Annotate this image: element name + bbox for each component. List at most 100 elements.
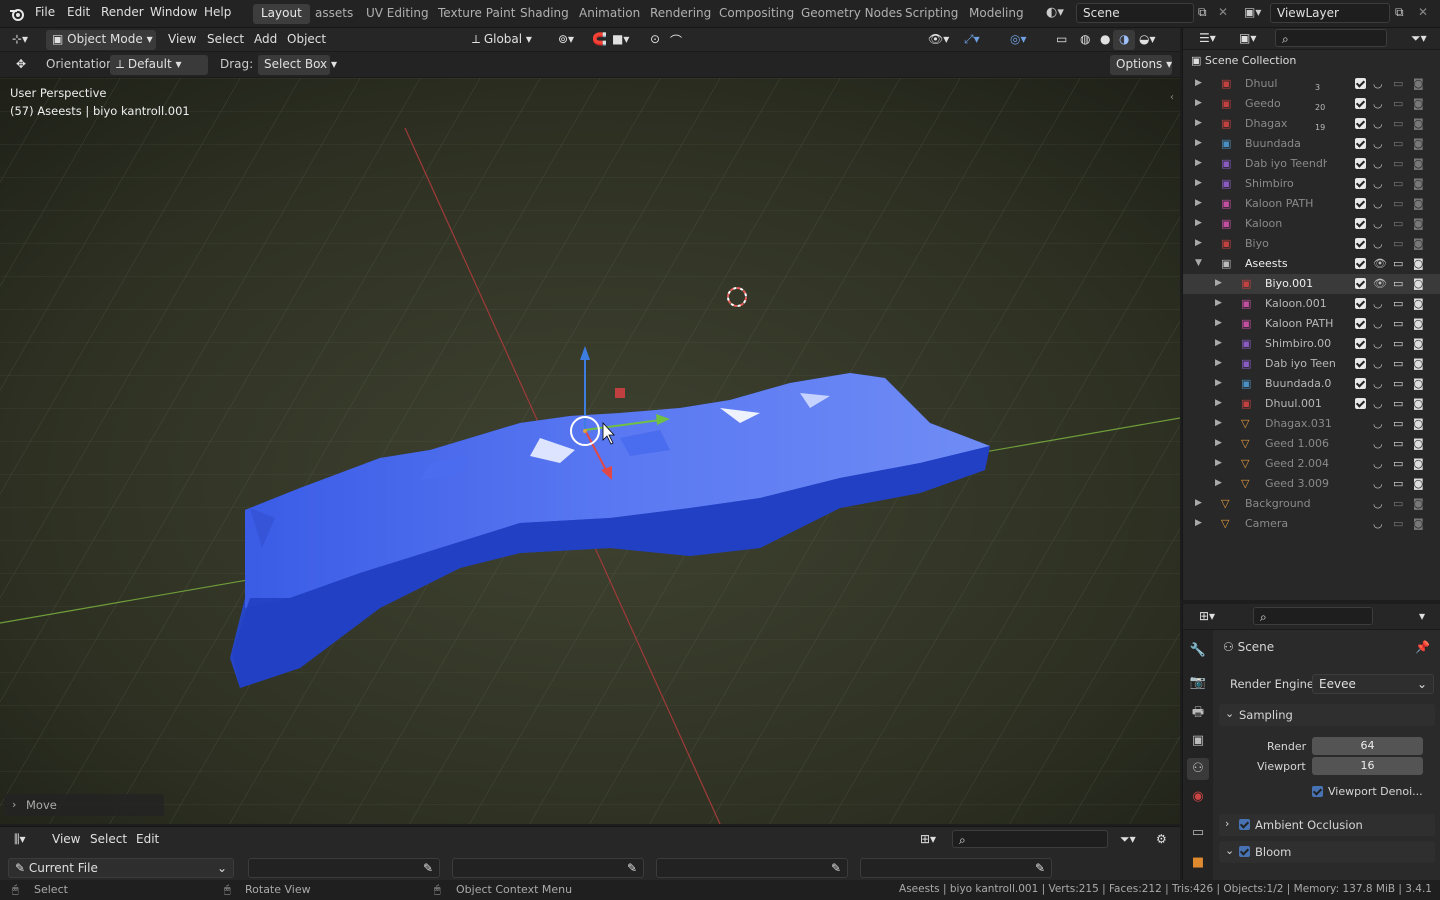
monitor-icon[interactable]: ▭ <box>1393 277 1403 290</box>
tab-scripting[interactable]: Scripting <box>897 4 966 24</box>
monitor-icon[interactable]: ▭ <box>1393 457 1403 470</box>
chevron-right-icon[interactable]: ▶ <box>1215 318 1222 328</box>
camera-render-icon[interactable]: ◙ <box>1413 297 1424 310</box>
outliner-row[interactable]: ▶ ▣ Kaloon.001 ◡ ▭ ◙ <box>1183 294 1440 314</box>
monitor-icon[interactable]: ▭ <box>1393 517 1403 530</box>
outliner-row[interactable]: ▶ ▣ Biyo ◡ ▭ ◙ <box>1183 234 1440 254</box>
view-layer-tab-icon[interactable]: ▣ <box>1187 730 1209 752</box>
monitor-icon[interactable]: ▭ <box>1393 317 1403 330</box>
chevron-right-icon[interactable]: ▶ <box>1195 138 1202 148</box>
sidebar-toggle-icon[interactable]: ‹ <box>1170 92 1174 103</box>
camera-render-icon[interactable]: ◙ <box>1413 497 1424 510</box>
tab-texture-paint[interactable]: Texture Paint <box>430 4 523 24</box>
asset-slot-4[interactable]: ✎ <box>860 858 1052 878</box>
monitor-icon[interactable]: ▭ <box>1393 197 1403 210</box>
camera-render-icon[interactable]: ◙ <box>1413 277 1424 290</box>
view-layer-field[interactable]: ViewLayer <box>1270 3 1390 23</box>
collection-tab-icon[interactable]: ▭ <box>1187 822 1209 844</box>
monitor-icon[interactable]: ▭ <box>1393 97 1403 110</box>
chevron-right-icon[interactable]: ▶ <box>1215 298 1222 308</box>
drag-select[interactable]: Select Box ▾ <box>258 55 337 75</box>
menu-render[interactable]: Render <box>101 5 144 19</box>
camera-render-icon[interactable]: ◙ <box>1413 437 1424 450</box>
eye-icon[interactable]: 👁 <box>1373 257 1387 270</box>
eye-closed-icon[interactable]: ◡ <box>1373 377 1383 390</box>
tab-geometry-nodes[interactable]: Geometry Nodes <box>793 4 910 24</box>
visibility-icon[interactable]: 👁▾ <box>922 30 955 50</box>
bloom-panel-header[interactable]: ⌄ Bloom <box>1219 841 1435 863</box>
chevron-right-icon[interactable]: ▶ <box>1195 178 1202 188</box>
asset-slot-2[interactable]: ✎ <box>452 858 644 878</box>
exclude-checkbox[interactable] <box>1355 198 1366 209</box>
exclude-checkbox[interactable] <box>1355 98 1366 109</box>
view-layer-icon[interactable]: ▣▾ <box>1244 5 1261 19</box>
outliner-row[interactable]: ▶ ▣ Kaloon PATH ◡ ▭ ◙ <box>1183 314 1440 334</box>
outliner-search-input[interactable]: ⌕ <box>1275 29 1387 47</box>
eye-closed-icon[interactable]: ◡ <box>1373 497 1383 510</box>
outliner-row[interactable]: ▶ ▣ Biyo.001 👁 ▭ ◙ <box>1183 274 1440 294</box>
outliner-row[interactable]: ▶ ▣ Dhuul 3 ◡ ▭ ◙ <box>1183 74 1440 94</box>
eye-closed-icon[interactable]: ◡ <box>1373 297 1383 310</box>
settings-gear-icon[interactable]: ⚙ <box>1150 830 1173 850</box>
bottom-menu-edit[interactable]: Edit <box>130 830 165 850</box>
asset-filter-icon[interactable]: ⏷▾ <box>1114 830 1142 850</box>
tool-tab-icon[interactable]: 🔧 <box>1187 640 1209 662</box>
chevron-right-icon[interactable]: ▶ <box>1215 278 1222 288</box>
eye-closed-icon[interactable]: ◡ <box>1373 77 1383 90</box>
outliner-row[interactable]: ▶ ▣ Dhagax 19 ◡ ▭ ◙ <box>1183 114 1440 134</box>
chevron-right-icon[interactable]: ▶ <box>1195 78 1202 88</box>
asset-slot-3[interactable]: ✎ <box>656 858 848 878</box>
monitor-icon[interactable]: ▭ <box>1393 417 1403 430</box>
gizmo-icon[interactable]: ⤢▾ <box>958 30 986 50</box>
outliner-row[interactable]: ▶ ▣ Dhuul.001 ◡ ▭ ◙ <box>1183 394 1440 414</box>
camera-render-icon[interactable]: ◙ <box>1413 77 1424 90</box>
chevron-right-icon[interactable]: ▶ <box>1195 498 1202 508</box>
properties-editor-icon[interactable]: ⊞▾ <box>1193 607 1221 627</box>
exclude-checkbox[interactable] <box>1355 78 1366 89</box>
blender-logo-icon[interactable] <box>9 6 25 22</box>
outliner-row[interactable]: ▶ ▽ Background ◡ ▭ ◙ <box>1183 494 1440 514</box>
exclude-checkbox[interactable] <box>1355 358 1366 369</box>
exclude-checkbox[interactable] <box>1355 398 1366 409</box>
eye-closed-icon[interactable]: ◡ <box>1373 237 1383 250</box>
outliner-row[interactable]: ▶ ▽ Camera ◡ ▭ ◙ <box>1183 514 1440 534</box>
chevron-right-icon[interactable]: ▶ <box>1215 418 1222 428</box>
camera-render-icon[interactable]: ◙ <box>1413 317 1424 330</box>
grid-view-icon[interactable]: ⊞▾ <box>914 830 942 850</box>
overlay-icon[interactable]: ◎▾ <box>1004 30 1033 50</box>
eye-closed-icon[interactable]: ◡ <box>1373 97 1383 110</box>
monitor-icon[interactable]: ▭ <box>1393 437 1403 450</box>
sampling-panel-header[interactable]: ⌄ Sampling <box>1219 704 1435 726</box>
eye-closed-icon[interactable]: ◡ <box>1373 177 1383 190</box>
camera-render-icon[interactable]: ◙ <box>1413 457 1424 470</box>
eye-closed-icon[interactable]: ◡ <box>1373 217 1383 230</box>
properties-search-input[interactable]: ⌕ <box>1253 607 1373 625</box>
monitor-icon[interactable]: ▭ <box>1393 377 1403 390</box>
eye-closed-icon[interactable]: ◡ <box>1373 157 1383 170</box>
menu-window[interactable]: Window <box>150 5 197 19</box>
bottom-menu-view[interactable]: View <box>46 830 86 850</box>
menu-add[interactable]: Add <box>248 30 283 50</box>
monitor-icon[interactable]: ▭ <box>1393 177 1403 190</box>
exclude-checkbox[interactable] <box>1355 158 1366 169</box>
proportional-edit-icon[interactable]: ⊙ <box>644 30 666 50</box>
tab-uv-editing[interactable]: UV Editing <box>358 4 437 24</box>
ambient-occlusion-panel-header[interactable]: › Ambient Occlusion <box>1219 814 1435 836</box>
ambient-occlusion-checkbox[interactable] <box>1239 819 1250 830</box>
scene-tab-icon[interactable]: ⚇ <box>1187 758 1209 780</box>
monitor-icon[interactable]: ▭ <box>1393 477 1403 490</box>
camera-render-icon[interactable]: ◙ <box>1413 197 1424 210</box>
exclude-checkbox[interactable] <box>1355 138 1366 149</box>
exclude-checkbox[interactable] <box>1355 258 1366 269</box>
asset-search-input[interactable]: ⌕ <box>952 830 1108 848</box>
eye-closed-icon[interactable]: ◡ <box>1373 457 1383 470</box>
editor-type-icon[interactable]: ⊹▾ <box>6 30 34 50</box>
camera-render-icon[interactable]: ◙ <box>1413 137 1424 150</box>
monitor-icon[interactable]: ▭ <box>1393 257 1403 270</box>
chevron-right-icon[interactable]: ▶ <box>1215 398 1222 408</box>
outliner-row[interactable]: ▶ ▽ Dhagax.031 ◡ ▭ ◙ <box>1183 414 1440 434</box>
eye-closed-icon[interactable]: ◡ <box>1373 437 1383 450</box>
outliner-row[interactable]: ▶ ▣ Geedo 20 ◡ ▭ ◙ <box>1183 94 1440 114</box>
eye-closed-icon[interactable]: ◡ <box>1373 417 1383 430</box>
chevron-right-icon[interactable]: ▶ <box>1215 338 1222 348</box>
